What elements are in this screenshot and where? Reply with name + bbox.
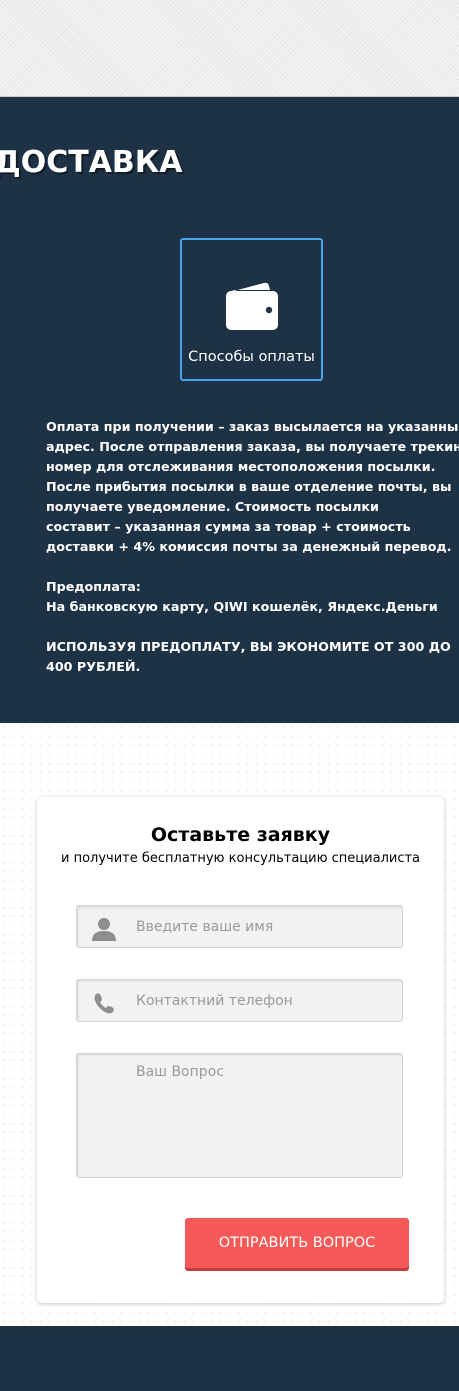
info-line: Оплата при получении – заказ высылается … <box>46 419 459 434</box>
question-field <box>76 1053 403 1178</box>
footer-band <box>0 1326 459 1391</box>
info-line: составит – указанная сумма за товар + ст… <box>46 519 411 534</box>
user-icon <box>92 918 116 941</box>
info-line: номер для отслеживания местоположения по… <box>46 459 436 474</box>
prepay-methods: На банковскую карту, QIWI кошелёк, Яндек… <box>46 599 438 614</box>
info-line: получаете уведомление. Стоимость посылки <box>46 499 379 514</box>
prepay-label: Предоплата: <box>46 579 141 594</box>
question-textarea[interactable] <box>136 1064 396 1174</box>
savings-note: 400 РУБЛЕЙ. <box>46 659 141 674</box>
form-title: Оставьте заявку <box>150 824 331 846</box>
phone-field <box>76 979 403 1022</box>
submit-question-button[interactable]: ОТПРАВИТЬ ВОПРОС <box>185 1218 409 1268</box>
top-band <box>0 0 459 97</box>
payment-methods-tile[interactable]: Способы оплаты <box>180 238 323 381</box>
form-subtitle: и получите бесплатную консультацию специ… <box>60 851 421 866</box>
name-input[interactable] <box>136 906 396 947</box>
delivery-info: Оплата при получении – заказ высылается … <box>46 417 459 677</box>
delivery-section: ДОСТАВКА Способы оплаты Оплата при получ… <box>0 97 459 723</box>
info-line: доставки + 4% комиссия почты за денежный… <box>46 539 452 554</box>
info-line: После прибытия посылки в ваше отделение … <box>46 479 452 494</box>
payment-tile-label: Способы оплаты <box>188 349 315 365</box>
wallet-icon <box>226 282 278 330</box>
phone-icon <box>94 993 114 1014</box>
phone-input[interactable] <box>136 980 396 1021</box>
request-form: Оставьте заявку и получите бесплатную ко… <box>37 797 444 1303</box>
savings-note: ИСПОЛЬЗУЯ ПРЕДОПЛАТУ, ВЫ ЭКОНОМИТЕ ОТ 30… <box>46 639 451 654</box>
info-line: адрес. После отправления заказа, вы полу… <box>46 439 459 454</box>
section-title: ДОСТАВКА <box>0 145 183 180</box>
name-field <box>76 905 403 948</box>
